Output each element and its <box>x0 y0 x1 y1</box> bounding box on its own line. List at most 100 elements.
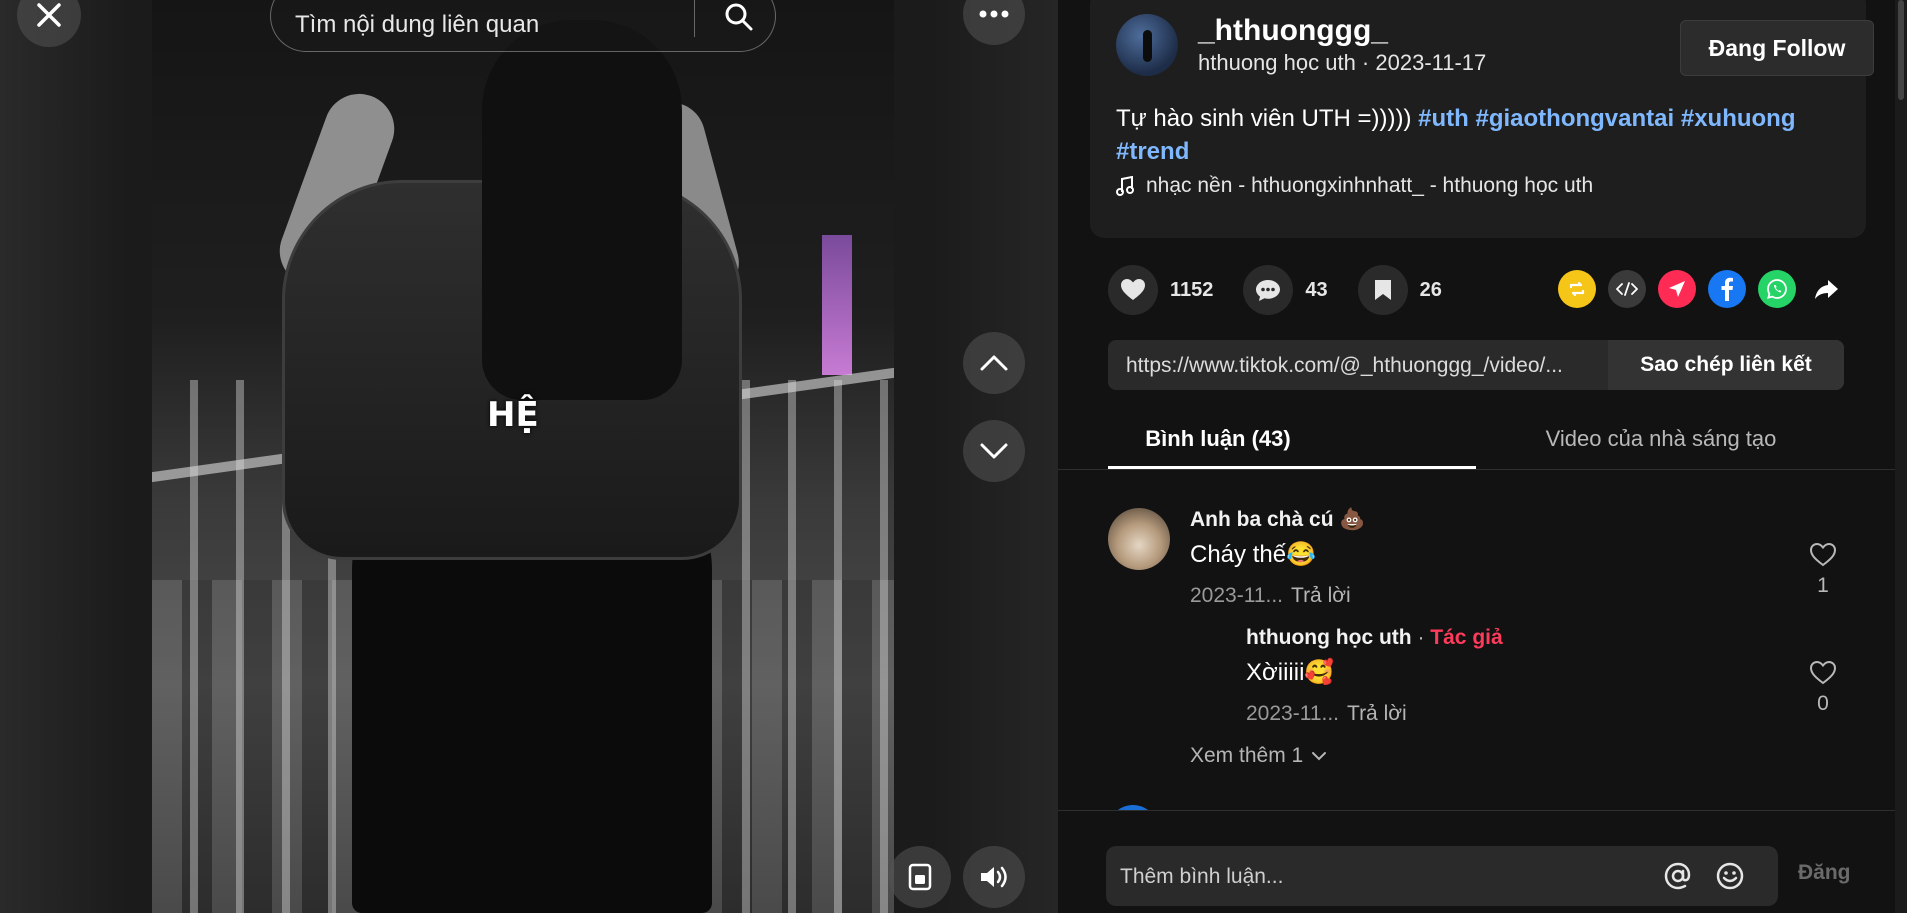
tiktok-video-viewer: HỆ _hthuonggg <box>0 0 1907 913</box>
video-url[interactable]: https://www.tiktok.com/@_hthuonggg_/vide… <box>1126 354 1606 378</box>
subline-separator: · <box>1355 50 1376 75</box>
music-link[interactable]: nhạc nền - hthuongxinhnhatt_ - hthuong h… <box>1116 174 1593 198</box>
comment-input-box <box>1106 846 1778 906</box>
author-badge: Tác giả <box>1430 626 1503 649</box>
video-overlay-text: HỆ <box>487 395 539 435</box>
video-tower <box>822 235 852 375</box>
facebook-icon <box>1721 277 1733 301</box>
chevron-up-icon <box>980 355 1008 371</box>
save-count: 26 <box>1419 278 1442 301</box>
hashtag[interactable]: #trend <box>1116 138 1189 165</box>
send-icon <box>1669 281 1685 297</box>
heart-icon <box>1121 279 1145 300</box>
tab-comments[interactable]: Bình luận (43) <box>1145 426 1290 452</box>
reply-time: 2023-11... <box>1246 702 1340 725</box>
more-share-button[interactable] <box>1808 270 1846 308</box>
details-panel: _hthuonggg_ hthuong học uth · 2023-11-17… <box>1058 0 1907 913</box>
copy-link-button[interactable]: Sao chép liên kết <box>1608 340 1844 390</box>
hashtag[interactable]: #uth <box>1418 105 1469 132</box>
search-icon <box>725 3 753 31</box>
post-date: 2023-11-17 <box>1375 50 1487 75</box>
heart-outline-icon <box>1809 542 1837 567</box>
commenter-name[interactable]: Anh ba chà cú 💩 <box>1190 508 1366 532</box>
caption-text: Tự hào sinh viên UTH =))))) <box>1116 105 1412 132</box>
comment-like-count: 1 <box>1817 574 1829 597</box>
scrollbar-thumb[interactable] <box>1898 0 1904 100</box>
repost-icon <box>1569 281 1585 297</box>
chevron-down-icon <box>980 443 1008 459</box>
commenter-avatar[interactable] <box>1108 508 1170 570</box>
share-arrow-icon <box>1815 280 1838 299</box>
reply-author-line: hthuong học uth · Tác giả <box>1246 626 1503 650</box>
share-options <box>1558 270 1846 308</box>
music-note-icon <box>1116 176 1134 196</box>
comment-meta: 2023-11... Trả lời <box>1190 584 1351 608</box>
author-display-name: hthuong học uth <box>1198 50 1356 75</box>
following-button[interactable]: Đang Follow <box>1680 20 1874 76</box>
reply-button[interactable]: Trả lời <box>1347 702 1407 725</box>
facebook-share-button[interactable] <box>1708 270 1746 308</box>
emoji-icon <box>1716 862 1744 890</box>
volume-button[interactable] <box>963 846 1025 908</box>
reply-author-name[interactable]: hthuong học uth <box>1246 626 1412 649</box>
mention-button[interactable] <box>1660 858 1696 894</box>
video-area: HỆ <box>0 0 1058 913</box>
reply-like-count: 0 <box>1817 692 1829 715</box>
comment-compose-bar: Đăng <box>1058 810 1907 913</box>
save-action[interactable]: 26 <box>1357 265 1442 315</box>
comment-input[interactable] <box>1120 862 1620 892</box>
page-scrollbar[interactable] <box>1895 0 1907 913</box>
active-tab-indicator <box>1108 466 1476 469</box>
video-link-box: https://www.tiktok.com/@_hthuonggg_/vide… <box>1108 340 1844 390</box>
search-button[interactable] <box>711 0 767 41</box>
comment-text: Cháy thế😂 <box>1190 541 1316 568</box>
post-info-card: _hthuonggg_ hthuong học uth · 2023-11-17… <box>1090 0 1874 238</box>
hashtag[interactable]: #xuhuong <box>1681 105 1796 132</box>
reply-button[interactable]: Trả lời <box>1291 584 1351 607</box>
comment-list: Anh ba chà cú 💩 Cháy thế😂 2023-11... Trả … <box>1058 490 1907 810</box>
volume-icon <box>981 866 1007 888</box>
heart-outline-icon <box>1809 660 1837 685</box>
embed-button[interactable] <box>1608 270 1646 308</box>
embed-icon <box>1616 282 1638 296</box>
save-button[interactable] <box>1357 265 1408 315</box>
panel-tabs: Bình luận (43) Video của nhà sáng tạo <box>1058 414 1907 470</box>
search-divider <box>694 0 695 37</box>
music-title: nhạc nền - hthuongxinhnhatt_ - hthuong h… <box>1146 174 1594 197</box>
like-count: 1152 <box>1170 278 1214 301</box>
comment-action[interactable]: 43 <box>1243 265 1328 315</box>
like-button[interactable] <box>1108 265 1158 315</box>
picture-in-picture-button[interactable] <box>889 846 951 908</box>
whatsapp-share-button[interactable] <box>1758 270 1796 308</box>
previous-video-button[interactable] <box>963 332 1025 394</box>
reply-meta: 2023-11... Trả lời <box>1246 702 1407 726</box>
like-action[interactable]: 1152 <box>1108 265 1213 315</box>
whatsapp-icon <box>1767 279 1787 299</box>
comment-count: 43 <box>1305 278 1328 301</box>
comment-time: 2023-11... <box>1190 584 1284 607</box>
video-player[interactable]: HỆ <box>152 0 894 913</box>
tab-creator-videos[interactable]: Video của nhà sáng tạo <box>1546 426 1777 452</box>
search-input[interactable] <box>295 5 715 45</box>
repost-button[interactable] <box>1558 270 1596 308</box>
comment-button[interactable] <box>1243 265 1294 315</box>
view-more-label: Xem thêm 1 <box>1190 744 1304 767</box>
next-video-button[interactable] <box>963 420 1025 482</box>
author-avatar[interactable] <box>1116 14 1178 76</box>
emoji-button[interactable] <box>1712 858 1748 894</box>
view-more-replies-button[interactable]: Xem thêm 1 <box>1190 744 1327 768</box>
post-caption: Tự hào sinh viên UTH =))))) #uth #giaoth… <box>1116 102 1836 168</box>
hashtag[interactable]: #giaothongvantai <box>1475 105 1674 132</box>
reply-text: Xờiiiii🥰 <box>1246 659 1335 686</box>
close-icon <box>37 3 61 27</box>
action-bar: 1152 43 26 <box>1108 264 1472 316</box>
reply-separator: · <box>1411 626 1431 649</box>
send-button[interactable] <box>1658 270 1696 308</box>
at-sign-icon <box>1664 862 1691 890</box>
author-username[interactable]: _hthuonggg_ <box>1198 14 1388 48</box>
reply-like[interactable]: 0 <box>1803 660 1843 716</box>
comment-like[interactable]: 1 <box>1803 542 1843 598</box>
author-subline: hthuong học uth · 2023-11-17 <box>1198 50 1486 76</box>
post-comment-button[interactable]: Đăng <box>1798 861 1851 885</box>
chevron-down-icon <box>1312 752 1327 761</box>
